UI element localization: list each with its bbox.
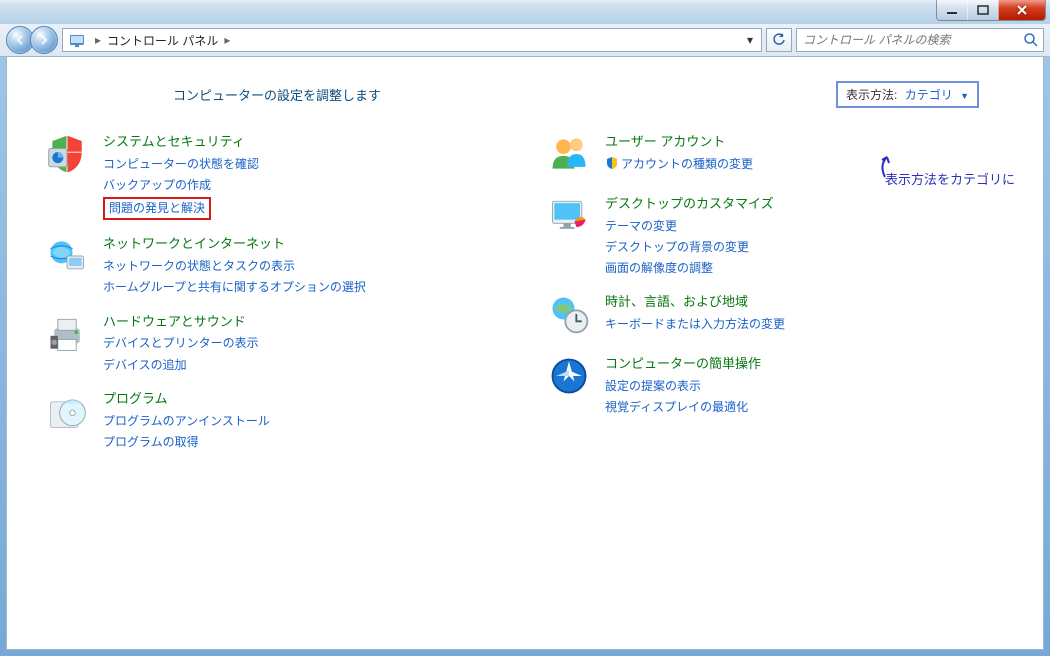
category-title[interactable]: プログラム [103, 389, 270, 410]
category-block: 時計、言語、および地域キーボードまたは入力方法の変更 [545, 292, 1007, 340]
close-button[interactable] [998, 0, 1045, 20]
nav-buttons [6, 26, 58, 54]
category-title[interactable]: ハードウェアとサウンド [103, 312, 259, 333]
users-icon [545, 132, 593, 180]
printer-icon [43, 312, 91, 360]
view-by-selector[interactable]: 表示方法: カテゴリ ▼ [836, 81, 979, 108]
category-link[interactable]: アカウントの種類の変更 [605, 155, 753, 174]
heading-row: コンピューターの設定を調整します 表示方法: カテゴリ ▼ [43, 81, 1007, 108]
category-link[interactable]: デバイスの追加 [103, 356, 259, 375]
category-title[interactable]: 時計、言語、および地域 [605, 292, 785, 313]
category-link[interactable]: キーボードまたは入力方法の変更 [605, 315, 785, 334]
view-by-label: 表示方法: [846, 88, 897, 102]
breadcrumb-root[interactable]: コントロール パネル [107, 32, 218, 49]
left-column: システムとセキュリティコンピューターの状態を確認バックアップの作成問題の発見と解… [43, 132, 505, 466]
category-link[interactable]: ホームグループと共有に関するオプションの選択 [103, 278, 366, 297]
highlighted-link[interactable]: 問題の発見と解決 [103, 197, 211, 220]
category-link[interactable]: 視覚ディスプレイの最適化 [605, 398, 761, 417]
category-link[interactable]: ネットワークの状態とタスクの表示 [103, 257, 366, 276]
annotation-text: 表示方法をカテゴリに [885, 172, 1015, 187]
category-columns: システムとセキュリティコンピューターの状態を確認バックアップの作成問題の発見と解… [43, 132, 1007, 466]
refresh-button[interactable] [766, 28, 792, 52]
content-area: コンピューターの設定を調整します 表示方法: カテゴリ ▼ システムとセキュリテ… [6, 56, 1044, 650]
clock-globe-icon [545, 292, 593, 340]
breadcrumb-separator-icon: ▸ [89, 33, 107, 47]
close-icon [1016, 5, 1028, 15]
annotation-arrow-icon [865, 155, 895, 181]
search-icon[interactable] [1023, 32, 1039, 48]
category-title[interactable]: コンピューターの簡単操作 [605, 354, 761, 375]
maximize-icon [977, 5, 989, 15]
forward-button[interactable] [30, 26, 58, 54]
maximize-button[interactable] [967, 0, 998, 20]
ease-of-access-icon [545, 354, 593, 402]
forward-arrow-icon [38, 34, 50, 46]
category-texts: ネットワークとインターネットネットワークの状態とタスクの表示ホームグループと共有… [103, 234, 366, 297]
category-texts: コンピューターの簡単操作設定の提案の表示視覚ディスプレイの最適化 [605, 354, 761, 417]
category-title[interactable]: ネットワークとインターネット [103, 234, 366, 255]
back-arrow-icon [14, 34, 26, 46]
breadcrumb[interactable]: ▸ コントロール パネル ▸ ▾ [62, 28, 762, 52]
category-texts: デスクトップのカスタマイズテーマの変更デスクトップの背景の変更画面の解像度の調整 [605, 194, 774, 278]
chevron-down-icon: ▼ [960, 91, 969, 101]
window-titlebar [0, 0, 1050, 24]
address-bar-row: ▸ コントロール パネル ▸ ▾ [0, 24, 1050, 57]
window-buttons [936, 0, 1046, 21]
breadcrumb-dropdown-icon[interactable]: ▾ [741, 33, 759, 47]
category-title[interactable]: デスクトップのカスタマイズ [605, 194, 774, 215]
refresh-icon [772, 33, 786, 47]
disc-icon [43, 389, 91, 437]
category-texts: ハードウェアとサウンドデバイスとプリンターの表示デバイスの追加 [103, 312, 259, 375]
category-title[interactable]: システムとセキュリティ [103, 132, 259, 153]
category-link[interactable]: デバイスとプリンターの表示 [103, 334, 259, 353]
appearance-icon [545, 194, 593, 242]
category-link[interactable]: 画面の解像度の調整 [605, 259, 774, 278]
category-link[interactable]: 問題の発見と解決 [103, 197, 259, 220]
category-link[interactable]: バックアップの作成 [103, 176, 259, 195]
search-box[interactable] [796, 28, 1044, 52]
annotation: 表示方法をカテゴリに [885, 169, 1015, 188]
category-block: システムとセキュリティコンピューターの状態を確認バックアップの作成問題の発見と解… [43, 132, 505, 220]
globe-network-icon [43, 234, 91, 282]
category-block: ネットワークとインターネットネットワークの状態とタスクの表示ホームグループと共有… [43, 234, 505, 297]
control-panel-icon [69, 32, 85, 48]
category-block: コンピューターの簡単操作設定の提案の表示視覚ディスプレイの最適化 [545, 354, 1007, 417]
category-link[interactable]: デスクトップの背景の変更 [605, 238, 774, 257]
category-texts: ユーザー アカウントアカウントの種類の変更 [605, 132, 753, 180]
view-by-value: カテゴリ [905, 88, 953, 102]
category-link[interactable]: テーマの変更 [605, 217, 774, 236]
category-link[interactable]: コンピューターの状態を確認 [103, 155, 259, 174]
search-input[interactable] [801, 32, 1023, 48]
minimize-icon [946, 5, 958, 15]
category-link[interactable]: プログラムの取得 [103, 433, 270, 452]
category-title[interactable]: ユーザー アカウント [605, 132, 753, 153]
category-link[interactable]: 設定の提案の表示 [605, 377, 761, 396]
category-block: プログラムプログラムのアンインストールプログラムの取得 [43, 389, 505, 452]
category-texts: 時計、言語、および地域キーボードまたは入力方法の変更 [605, 292, 785, 340]
category-link[interactable]: プログラムのアンインストール [103, 412, 270, 431]
category-texts: プログラムプログラムのアンインストールプログラムの取得 [103, 389, 270, 452]
category-block: デスクトップのカスタマイズテーマの変更デスクトップの背景の変更画面の解像度の調整 [545, 194, 1007, 278]
breadcrumb-separator-icon: ▸ [218, 33, 236, 47]
shield-icon [43, 132, 91, 180]
category-block: ハードウェアとサウンドデバイスとプリンターの表示デバイスの追加 [43, 312, 505, 375]
category-texts: システムとセキュリティコンピューターの状態を確認バックアップの作成問題の発見と解… [103, 132, 259, 220]
minimize-button[interactable] [937, 0, 967, 20]
page-heading: コンピューターの設定を調整します [173, 85, 381, 104]
